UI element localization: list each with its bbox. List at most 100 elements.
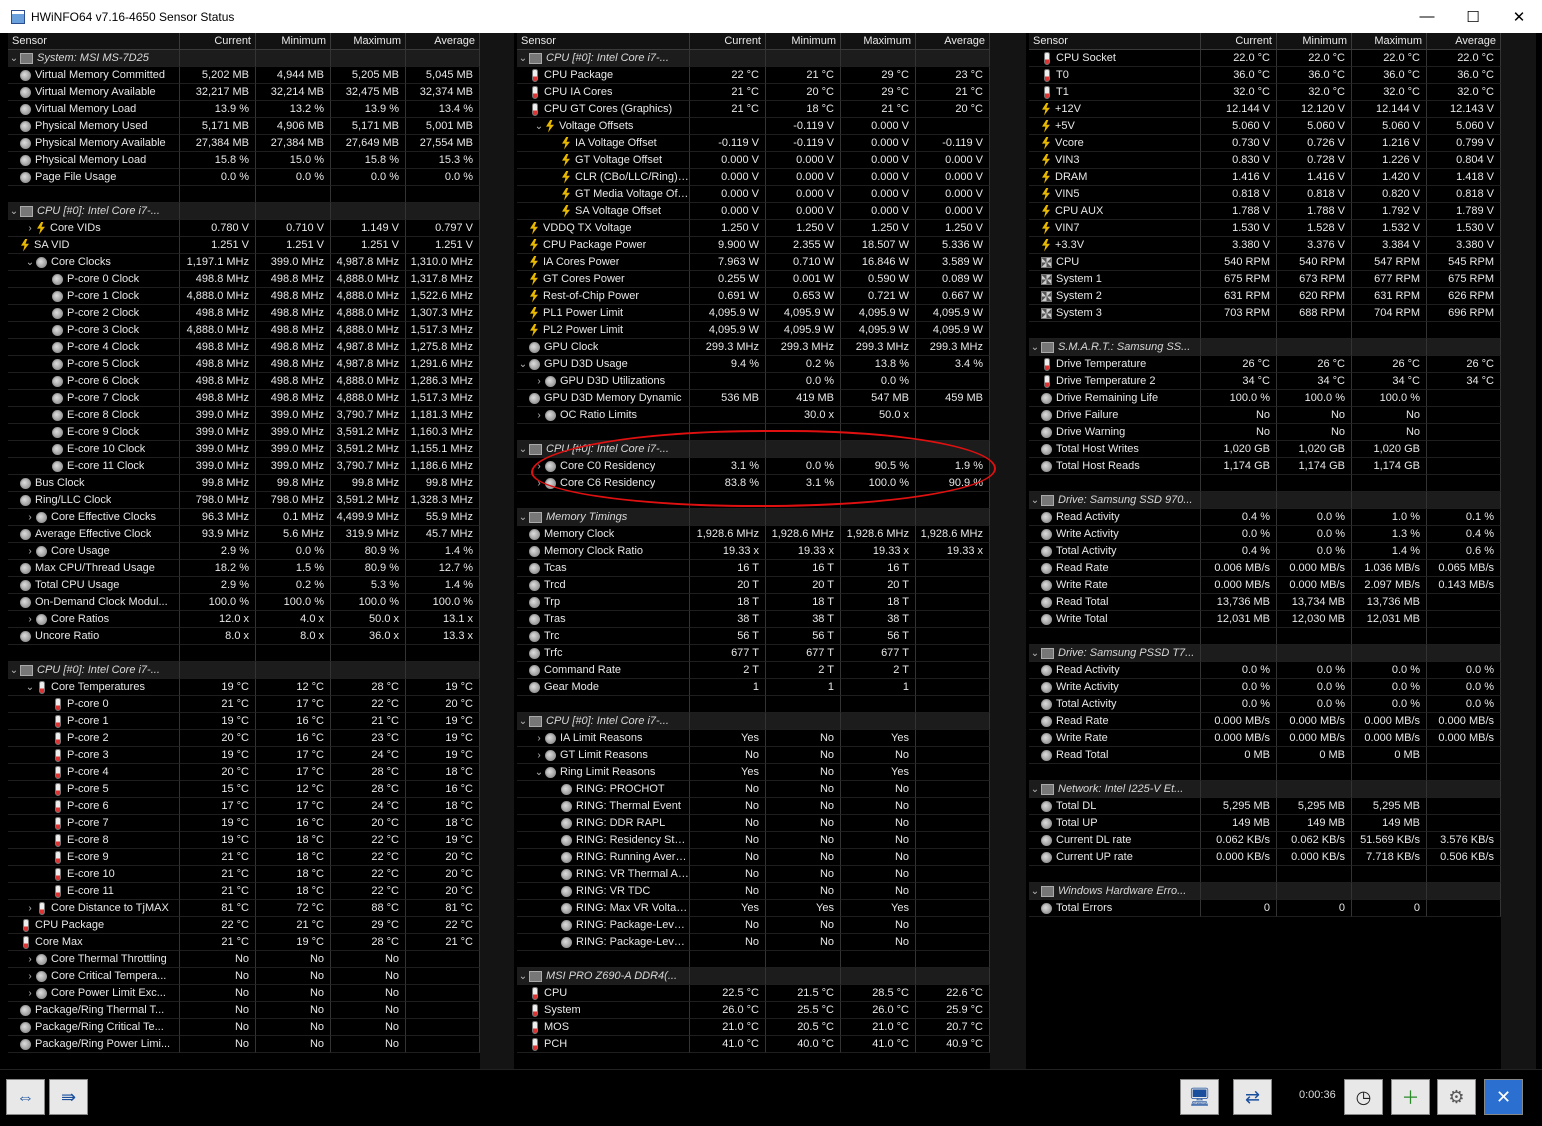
sensor-group-row[interactable]: ⌄ Windows Hardware Erro...: [1029, 883, 1501, 900]
sensor-row[interactable]: System 2 631 RPM 620 RPM 631 RPM 626 RPM: [1029, 288, 1501, 305]
header-maximum[interactable]: Maximum: [331, 33, 406, 49]
sensor-row[interactable]: GT Media Voltage Off... 0.000 V 0.000 V 0.0…: [517, 186, 990, 203]
network-computers-icon[interactable]: ⇄: [1233, 1079, 1272, 1115]
sensor-row[interactable]: P-core 1 Clock 4,888.0 MHz 498.8 MHz 4,888.…: [8, 288, 480, 305]
expand-chevron-icon[interactable]: ⌄: [533, 118, 545, 134]
sensor-group-row[interactable]: ⌄ CPU [#0]: Intel Core i7-...: [8, 662, 480, 679]
expand-chevron-icon[interactable]: ⌄: [533, 764, 545, 780]
sensor-row[interactable]: › Core Power Limit Exc... No No No: [8, 985, 480, 1002]
sensor-row[interactable]: Drive Temperature 26 °C 26 °C 26 °C 26 °C: [1029, 356, 1501, 373]
sensor-group-row[interactable]: ⌄ CPU [#0]: Intel Core i7-...: [8, 203, 480, 220]
sensor-row[interactable]: Trfc 677 T 677 T 677 T: [517, 645, 990, 662]
sensor-row[interactable]: Command Rate 2 T2 T2 T: [517, 662, 990, 679]
expand-chevron-icon[interactable]: ⌄: [517, 50, 529, 66]
sensor-row[interactable]: Trcd 20 T 20 T 20 T: [517, 577, 990, 594]
sensor-panel-middle[interactable]: Sensor Current Minimum Maximum Average ⌄ CPU […: [517, 33, 990, 1069]
sensor-row[interactable]: › Core Critical Tempera... No No No: [8, 968, 480, 985]
close-x-icon[interactable]: ✕: [1484, 1079, 1523, 1115]
expand-chevron-icon[interactable]: ⌄: [1029, 781, 1041, 797]
sensor-row[interactable]: RING: DDR RAPL No No No: [517, 815, 990, 832]
sensor-row[interactable]: +12V 12.144 V 12.120 V 12.144 V 12.143 V: [1029, 101, 1501, 118]
header-average[interactable]: Average: [406, 33, 480, 49]
sensor-row[interactable]: GPU Clock 299.3 MHz 299.3 MHz 299.3 MHz 299.…: [517, 339, 990, 356]
sensor-row[interactable]: Max CPU/Thread Usage 18.2 % 1.5 % 80.9 % 12.…: [8, 560, 480, 577]
sensor-row[interactable]: IA Cores Power 7.963 W 0.710 W 16.846 W 3.58…: [517, 254, 990, 271]
sensor-row[interactable]: Total Errors 0 0 0: [1029, 900, 1501, 917]
sensor-row[interactable]: CPU 540 RPM 540 RPM 547 RPM 545 RPM: [1029, 254, 1501, 271]
sensor-row[interactable]: E-core 10 21 °C 18 °C 22 °C 20 °C: [8, 866, 480, 883]
sensor-row[interactable]: Drive Temperature 2 34 °C 34 °C 34 °C 34 °C: [1029, 373, 1501, 390]
minimize-button[interactable]: —: [1404, 0, 1450, 33]
sensor-row[interactable]: PL1 Power Limit 4,095.9 W 4,095.9 W 4,095.9…: [517, 305, 990, 322]
sensor-row[interactable]: SA Voltage Offset 0.000 V 0.000 V 0.000 V 0.…: [517, 203, 990, 220]
sensor-row[interactable]: RING: VR TDC No No No: [517, 883, 990, 900]
sensor-row[interactable]: Memory Clock Ratio 19.33 x 19.33 x 19.33 x1…: [517, 543, 990, 560]
sensor-row[interactable]: Trp 18 T 18 T 18 T: [517, 594, 990, 611]
sensor-row[interactable]: › Core C0 Residency 3.1 % 0.0 % 90.5 % 1.9 %: [517, 458, 990, 475]
expand-chevron-icon[interactable]: ›: [24, 985, 36, 1001]
sensor-row[interactable]: › Core Ratios 12.0 x 4.0 x 50.0 x 13.1 x: [8, 611, 480, 628]
sensor-row[interactable]: Total UP 149 MB 149 MB 149 MB: [1029, 815, 1501, 832]
sensor-row[interactable]: VIN5 0.818 V 0.818 V 0.820 V 0.818 V: [1029, 186, 1501, 203]
sensor-row[interactable]: Physical Memory Used 5,171 MB 4,906 MB 5,17…: [8, 118, 480, 135]
expand-chevron-icon[interactable]: ›: [24, 611, 36, 627]
sensor-row[interactable]: RING: PROCHOT No No No: [517, 781, 990, 798]
sensor-row[interactable]: DRAM 1.416 V 1.416 V 1.420 V 1.418 V: [1029, 169, 1501, 186]
header-current[interactable]: Current: [1201, 33, 1277, 49]
sensor-row[interactable]: E-core 9 21 °C 18 °C 22 °C 20 °C: [8, 849, 480, 866]
sensor-row[interactable]: RING: Max VR Voltag... Yes Yes Yes: [517, 900, 990, 917]
sensor-row[interactable]: Read Activity 0.4 % 0.0 % 1.0 % 0.1 %: [1029, 509, 1501, 526]
sensor-row[interactable]: ⌄ Core Clocks 1,197.1 MHz 399.0 MHz 4,987.8 …: [8, 254, 480, 271]
sensor-group-row[interactable]: ⌄ Network: Intel I225-V Et...: [1029, 781, 1501, 798]
sensor-row[interactable]: Virtual Memory Committed 5,202 MB 4,944 MB…: [8, 67, 480, 84]
sensor-group-row[interactable]: ⌄ CPU [#0]: Intel Core i7-...: [517, 441, 990, 458]
sensor-group-row[interactable]: ⌄ Memory Timings: [517, 509, 990, 526]
sensor-row[interactable]: Total Host Writes 1,020 GB 1,020 GB 1,020 G…: [1029, 441, 1501, 458]
sensor-row[interactable]: VIN7 1.530 V 1.528 V 1.532 V 1.530 V: [1029, 220, 1501, 237]
sensor-row[interactable]: P-core 3 Clock 4,888.0 MHz 498.8 MHz 4,888.…: [8, 322, 480, 339]
expand-chevron-icon[interactable]: ⌄: [1029, 339, 1041, 355]
header-maximum[interactable]: Maximum: [1352, 33, 1427, 49]
sensor-row[interactable]: Total Activity 0.4 % 0.0 % 1.4 % 0.6 %: [1029, 543, 1501, 560]
sensor-row[interactable]: PL2 Power Limit 4,095.9 W 4,095.9 W 4,095.9…: [517, 322, 990, 339]
sensor-row[interactable]: Write Rate 0.000 MB/s 0.000 MB/s 0.000 MB/s…: [1029, 730, 1501, 747]
expand-chevron-icon[interactable]: ›: [24, 951, 36, 967]
header-minimum[interactable]: Minimum: [766, 33, 841, 49]
sensor-group-row[interactable]: ⌄ Drive: Samsung PSSD T7...: [1029, 645, 1501, 662]
sensor-row[interactable]: CPU Socket 22.0 °C 22.0 °C 22.0 °C 22.0 °C: [1029, 50, 1501, 67]
sensor-row[interactable]: MOS 21.0 °C 20.5 °C 21.0 °C 20.7 °C: [517, 1019, 990, 1036]
expand-chevron-icon[interactable]: ›: [533, 407, 545, 423]
collapse-arrows-icon[interactable]: ⇛: [49, 1079, 88, 1115]
sensor-row[interactable]: T0 36.0 °C 36.0 °C 36.0 °C 36.0 °C: [1029, 67, 1501, 84]
sensor-row[interactable]: On-Demand Clock Modul... 100.0 % 100.0 % 10…: [8, 594, 480, 611]
sensor-row[interactable]: Uncore Ratio 8.0 x 8.0 x 36.0 x 13.3 x: [8, 628, 480, 645]
sensor-row[interactable]: CPU Package 22 °C 21 °C 29 °C 22 °C: [8, 917, 480, 934]
sensor-row[interactable]: System 1 675 RPM 673 RPM 677 RPM 675 RPM: [1029, 271, 1501, 288]
sensor-row[interactable]: P-core 7 19 °C 16 °C 20 °C 18 °C: [8, 815, 480, 832]
sensor-row[interactable]: E-core 10 Clock 399.0 MHz 399.0 MHz 3,591.2…: [8, 441, 480, 458]
sensor-row[interactable]: E-core 11 Clock 399.0 MHz 399.0 MHz 3,790.7…: [8, 458, 480, 475]
sensor-row[interactable]: RING: Thermal Event No No No: [517, 798, 990, 815]
expand-chevron-icon[interactable]: ⌄: [8, 50, 20, 66]
sensor-row[interactable]: CLR (CBo/LLC/Ring) ... 0.000 V 0.000 V 0.00…: [517, 169, 990, 186]
sensor-group-row[interactable]: ⌄ CPU [#0]: Intel Core i7-...: [517, 713, 990, 730]
header-minimum[interactable]: Minimum: [1277, 33, 1352, 49]
settings-gear-icon[interactable]: ⚙: [1437, 1079, 1476, 1115]
expand-chevron-icon[interactable]: ⌄: [517, 441, 529, 457]
sensor-row[interactable]: P-core 2 20 °C 16 °C 23 °C 19 °C: [8, 730, 480, 747]
maximize-button[interactable]: ☐: [1450, 0, 1496, 33]
expand-chevron-icon[interactable]: ›: [24, 543, 36, 559]
sensor-row[interactable]: Virtual Memory Load 13.9 % 13.2 % 13.9 % 13.…: [8, 101, 480, 118]
sensor-row[interactable]: ⌄ Voltage Offsets -0.119 V 0.000 V: [517, 118, 990, 135]
sensor-row[interactable]: Read Activity 0.0 % 0.0 % 0.0 % 0.0 %: [1029, 662, 1501, 679]
sensor-row[interactable]: Tcas 16 T 16 T 16 T: [517, 560, 990, 577]
sensor-panel-left[interactable]: Sensor Current Minimum Maximum Average ⌄ Syste…: [8, 33, 480, 1069]
sensor-row[interactable]: › GPU D3D Utilizations 0.0 % 0.0 %: [517, 373, 990, 390]
sensor-row[interactable]: +3.3V 3.380 V 3.376 V 3.384 V 3.380 V: [1029, 237, 1501, 254]
sensor-row[interactable]: P-core 5 Clock 498.8 MHz 498.8 MHz 4,987.8 …: [8, 356, 480, 373]
sensor-row[interactable]: Gear Mode 1 1 1: [517, 679, 990, 696]
sensor-row[interactable]: RING: Running Avera... No No No: [517, 849, 990, 866]
sensor-row[interactable]: RING: VR Thermal Alert No No No: [517, 866, 990, 883]
expand-chevron-icon[interactable]: ⌄: [517, 968, 529, 984]
expand-chevron-icon[interactable]: ⌄: [517, 509, 529, 525]
